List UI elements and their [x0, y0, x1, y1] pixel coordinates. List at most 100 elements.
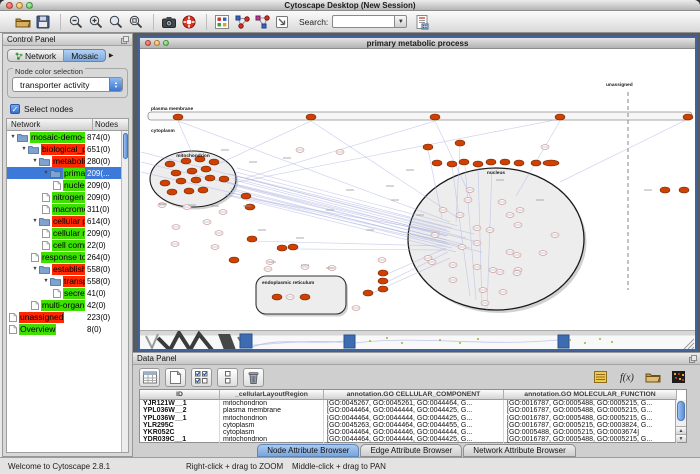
- tree-row-establishment-of-lo[interactable]: ▼establishment of lo558(0): [7, 263, 121, 275]
- zoom-out-button[interactable]: [67, 13, 85, 31]
- control-panel: Control Panel Network Mosaic ▶ Node colo…: [2, 33, 133, 457]
- table-row[interactable]: YLR295Ccytoplasm[GO:0045263, GO:0044464,…: [140, 422, 686, 429]
- table-column-header[interactable]: ID: [140, 390, 220, 400]
- tree-row-unassigned[interactable]: unassigned223(0): [7, 311, 121, 323]
- region-label: endoplasmic reticulum: [262, 280, 314, 286]
- tree-scrollbar-thumb[interactable]: [123, 133, 128, 159]
- import-network-button[interactable]: [273, 13, 291, 31]
- tree-row-nitrogen-compo[interactable]: nitrogen compo209(0): [7, 191, 121, 203]
- float-panel-icon[interactable]: [121, 36, 129, 44]
- background-glyph-shapes: [158, 333, 212, 349]
- search-dropdown-arrow-icon[interactable]: ▼: [394, 15, 407, 28]
- frame-minimize-button[interactable]: [154, 40, 160, 46]
- table-cell: [GO:0045263, GO:0044464, GO:0044455, G..…: [324, 422, 504, 429]
- network-view-a-button[interactable]: [233, 13, 251, 31]
- tree-scrollbar[interactable]: [121, 131, 128, 452]
- save-session-button[interactable]: [34, 13, 52, 31]
- toolbar-separator: [60, 14, 61, 30]
- toolbar-separator: [153, 14, 154, 30]
- expander-icon[interactable]: ▼: [9, 134, 17, 140]
- tree-row-label: establishment of lo: [52, 264, 85, 275]
- snapshot-button[interactable]: [160, 13, 178, 31]
- background-selected-node: [240, 334, 252, 348]
- scroll-down-icon[interactable]: ▼: [676, 434, 686, 442]
- scroll-up-icon[interactable]: ▲: [676, 426, 686, 434]
- table-column-header[interactable]: annotation.GO CELLULAR_COMPONENT: [324, 390, 504, 400]
- tree-row-mosaic-demo-yeast[interactable]: ▼mosaic-demo-yeast874(0): [7, 131, 121, 143]
- open-session-button[interactable]: [14, 13, 32, 31]
- tab-network-attribute-browser[interactable]: Network Attribute Browser: [463, 444, 575, 457]
- new-attribute-button[interactable]: [165, 368, 186, 387]
- network-view-titlebar[interactable]: primary metabolic process: [140, 38, 695, 49]
- node-attribute-button[interactable]: [213, 13, 231, 31]
- network-tab-icon: [15, 52, 23, 60]
- tree-column-network[interactable]: Network: [7, 119, 92, 130]
- expander-icon[interactable]: ▼: [31, 266, 39, 272]
- table-cell: [GO:0016787, GO:0005488, GO:0005215, G..…: [504, 400, 677, 407]
- tree-row-transport[interactable]: ▼transport558(0): [7, 275, 121, 287]
- search-input[interactable]: [332, 15, 394, 28]
- matrix-button[interactable]: [668, 368, 689, 387]
- attribute-table-button[interactable]: [139, 368, 160, 387]
- float-panel-icon[interactable]: [689, 355, 697, 363]
- function-builder-button[interactable]: f(x): [616, 368, 637, 387]
- frame-zoom-button[interactable]: [163, 40, 169, 46]
- delete-attribute-button[interactable]: [243, 368, 264, 387]
- expander-icon[interactable]: ▼: [42, 278, 50, 284]
- table-column-header[interactable]: _cellularLayoutRegion: [220, 390, 324, 400]
- table-row[interactable]: YPL036W__1mitochondrion[GO:0044464, GO:0…: [140, 415, 686, 422]
- tree-row-node-count: 614(0): [85, 217, 121, 226]
- expander-icon[interactable]: ▼: [20, 146, 28, 152]
- frame-close-button[interactable]: [145, 40, 151, 46]
- tab-node-attribute-browser[interactable]: Node Attribute Browser: [257, 444, 359, 457]
- table-column-header[interactable]: annotation.GO MOLECULAR_FUNCTION: [504, 390, 677, 400]
- unselect-attributes-button[interactable]: [217, 368, 238, 387]
- expander-icon[interactable]: ▼: [31, 218, 39, 224]
- table-scrollbar-thumb[interactable]: [677, 401, 685, 421]
- tree-row-overview[interactable]: Overview8(0): [7, 323, 121, 335]
- table-scrollbar[interactable]: ▲ ▼: [675, 400, 686, 442]
- tree-row-response-to-stimulu[interactable]: response to stimulu264(0): [7, 251, 121, 263]
- import-attributes-button[interactable]: [642, 368, 663, 387]
- table-cell: [GO:0016787, GO:0005488, GO:0005215, G..…: [504, 436, 677, 443]
- zoom-in-button[interactable]: [87, 13, 105, 31]
- tree-row-multi-organism-pro[interactable]: multi-organism pro42(0): [7, 299, 121, 311]
- attribute-list-button[interactable]: [590, 368, 611, 387]
- tree-row-cell-communicat[interactable]: cell communicat22(0): [7, 239, 121, 251]
- tab-edge-attribute-browser[interactable]: Edge Attribute Browser: [360, 444, 462, 457]
- select-attributes-button[interactable]: [191, 368, 212, 387]
- expander-icon[interactable]: ▼: [42, 170, 50, 176]
- network-canvas[interactable]: plasma membranecytoplasmmitochondrionnuc…: [140, 49, 695, 330]
- tree-row-secretion[interactable]: secretion41(0): [7, 287, 121, 299]
- tree-row-macromolecule[interactable]: macromolecule311(0): [7, 203, 121, 215]
- region-label: unassigned: [606, 82, 633, 88]
- tab-mosaic[interactable]: Mosaic: [64, 49, 106, 62]
- tree-row-metabolic-process[interactable]: ▼metabolic process280(0): [7, 155, 121, 167]
- expander-icon[interactable]: ▼: [31, 158, 39, 164]
- tree-row-cellular-metabol[interactable]: cellular metabol209(0): [7, 227, 121, 239]
- tree-row-primary-metabo[interactable]: ▼primary metabo209(...: [7, 167, 121, 179]
- page-icon: [42, 205, 50, 214]
- background-window-strip: [140, 330, 695, 349]
- zoom-selected-button[interactable]: [127, 13, 145, 31]
- tab-network[interactable]: Network: [7, 49, 64, 62]
- table-row[interactable]: YJR121W__1mitochondrion[GO:0045267, GO:0…: [140, 400, 686, 407]
- node-color-dropdown[interactable]: transporter activity ▲▼: [12, 77, 123, 92]
- tree-row-nucleobase-[interactable]: nucleobase-209(0): [7, 179, 121, 191]
- resize-grip-icon[interactable]: [684, 339, 694, 349]
- table-row[interactable]: YDR039C__1mitochondrion[GO:0044464, GO:0…: [140, 436, 686, 443]
- tab-overflow-arrow-icon[interactable]: ▶: [106, 49, 116, 62]
- tree-row-biological-process[interactable]: ▼biological_process651(0): [7, 143, 121, 155]
- network-view-b-button[interactable]: [253, 13, 271, 31]
- tree-row-node-count: 41(0): [85, 289, 121, 298]
- select-nodes-checkbox[interactable]: ✓: [10, 104, 20, 114]
- tree-row-label: secretion: [63, 288, 85, 299]
- table-row[interactable]: YPL036W__2plasma membrane[GO:0044464, GO…: [140, 407, 686, 414]
- tree-row-node-count: 280(0): [85, 157, 121, 166]
- tree-row-cellular-process[interactable]: ▼cellular process614(0): [7, 215, 121, 227]
- tree-column-nodes[interactable]: Nodes: [92, 119, 128, 130]
- help-ring-button[interactable]: [180, 13, 198, 31]
- zoom-fit-button[interactable]: [107, 13, 125, 31]
- annotation-report-button[interactable]: [413, 13, 431, 31]
- table-row[interactable]: YKR052Ccytoplasm[GO:0044464, GO:0044446,…: [140, 429, 686, 436]
